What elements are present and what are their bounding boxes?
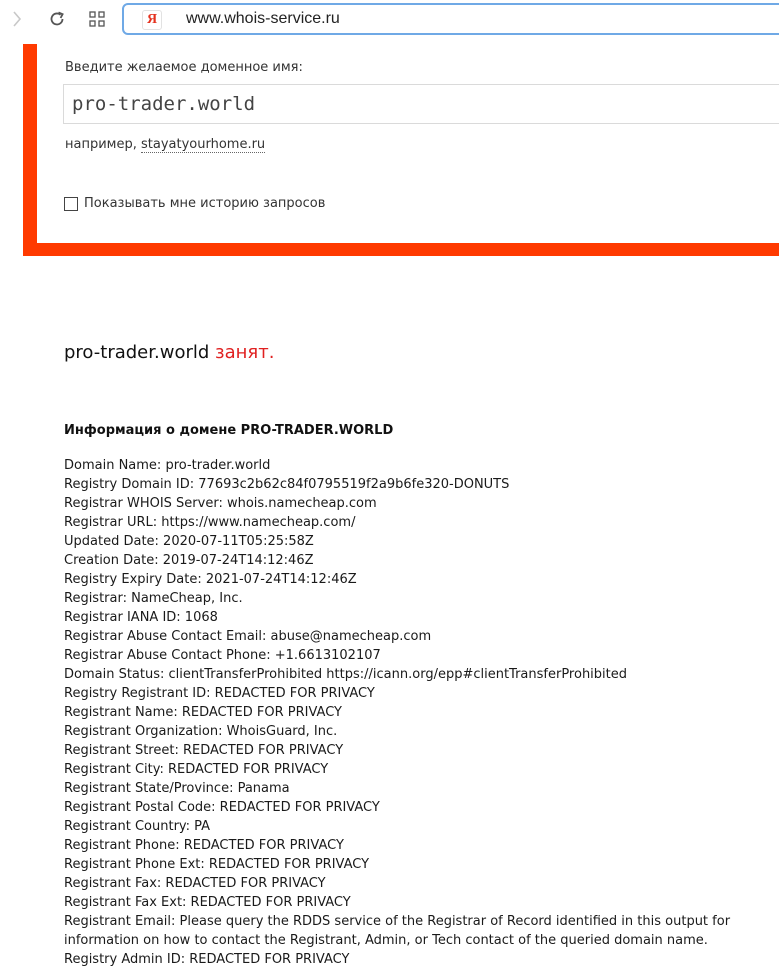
reload-icon[interactable] (44, 6, 70, 32)
whois-line: Creation Date: 2019-07-24T14:12:46Z (64, 553, 314, 568)
whois-line: Registry Registrant ID: REDACTED FOR PRI… (64, 686, 375, 701)
whois-line: Registrant City: REDACTED FOR PRIVACY (64, 762, 329, 777)
whois-record: Domain Name: pro-trader.world Registry Do… (64, 456, 774, 969)
tabs-grid-icon[interactable] (84, 6, 110, 32)
whois-line: Registrar URL: https://www.namecheap.com… (64, 515, 356, 530)
search-panel: Введите желаемое доменное имя: например,… (23, 44, 779, 256)
whois-line: Registry Admin ID: REDACTED FOR PRIVACY (64, 952, 350, 967)
whois-line: Updated Date: 2020-07-11T05:25:58Z (64, 534, 314, 549)
whois-line: Registrant Country: PA (64, 819, 211, 834)
whois-line: Registrar Abuse Contact Phone: +1.661310… (64, 648, 381, 663)
yandex-logo-icon: Я (142, 10, 162, 30)
address-bar[interactable]: Я www.whois-service.ru (122, 3, 779, 35)
result-domain: pro-trader.world (64, 342, 210, 363)
whois-line: Registry Domain ID: 77693c2b62c84f079551… (64, 477, 510, 492)
forward-icon[interactable] (4, 6, 30, 32)
whois-line: Registrant Street: REDACTED FOR PRIVACY (64, 743, 344, 758)
example-prefix: например, (65, 137, 137, 152)
history-checkbox[interactable] (64, 196, 78, 211)
domain-search-input[interactable] (63, 84, 779, 124)
whois-line: Registrant Fax: REDACTED FOR PRIVACY (64, 876, 326, 891)
whois-line: Registrant State/Province: Panama (64, 781, 290, 796)
status-badge: занят. (215, 342, 275, 363)
url-text[interactable]: www.whois-service.ru (186, 10, 340, 28)
whois-line: Domain Name: pro-trader.world (64, 458, 271, 473)
history-toggle[interactable]: Показывать мне историю запросов (64, 196, 325, 211)
whois-line: Registrant Phone: REDACTED FOR PRIVACY (64, 838, 344, 853)
whois-line: Registrar Abuse Contact Email: abuse@nam… (64, 629, 432, 644)
domain-input-label: Введите желаемое доменное имя: (65, 60, 303, 75)
whois-line: Registrant Phone Ext: REDACTED FOR PRIVA… (64, 857, 370, 872)
whois-line: Registrar WHOIS Server: whois.namecheap.… (64, 496, 377, 511)
whois-line: Registrant Email: Please query the RDDS … (64, 914, 731, 948)
example-hint: например, stayatyourhome.ru (65, 137, 266, 153)
history-checkbox-label: Показывать мне историю запросов (84, 196, 326, 211)
browser-toolbar: Я www.whois-service.ru (0, 0, 779, 40)
whois-line: Domain Status: clientTransferProhibited … (64, 667, 628, 682)
result-title: pro-trader.world занят. (64, 342, 274, 363)
whois-line: Registrar: NameCheap, Inc. (64, 591, 243, 606)
whois-line: Registrant Postal Code: REDACTED FOR PRI… (64, 800, 380, 815)
whois-line: Registry Expiry Date: 2021-07-24T14:12:4… (64, 572, 357, 587)
whois-line: Registrant Organization: WhoisGuard, Inc… (64, 724, 338, 739)
whois-line: Registrar IANA ID: 1068 (64, 610, 218, 625)
domain-info-heading: Информация о домене PRO-TRADER.WORLD (64, 423, 394, 438)
example-domain-link[interactable]: stayatyourhome.ru (141, 137, 266, 153)
whois-line: Registrant Name: REDACTED FOR PRIVACY (64, 705, 342, 720)
whois-line: Registrant Fax Ext: REDACTED FOR PRIVACY (64, 895, 351, 910)
search-form: Введите желаемое доменное имя: например,… (37, 44, 779, 243)
